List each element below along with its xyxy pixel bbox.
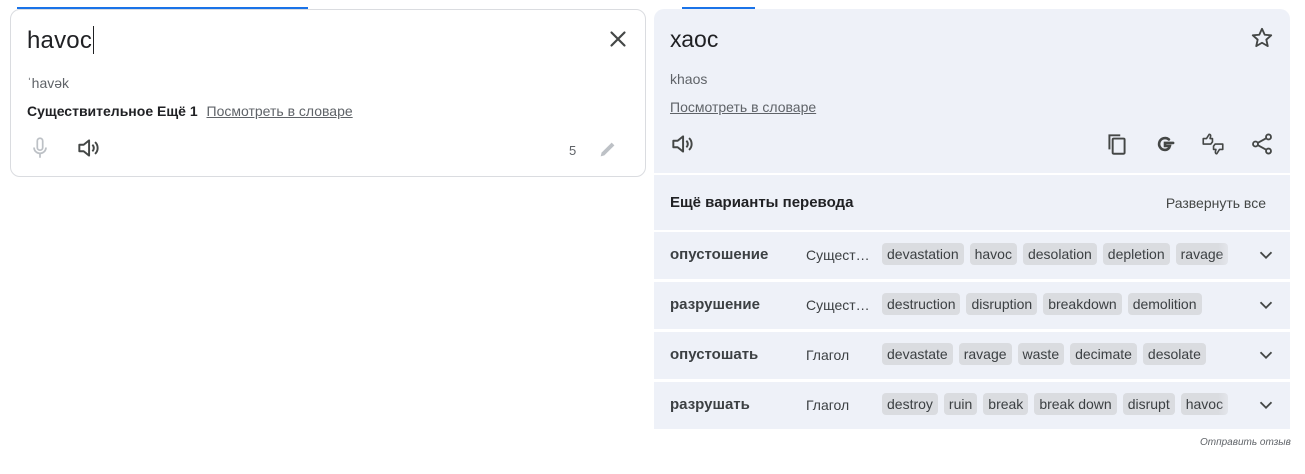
synonym-chip[interactable]: devastation <box>882 243 964 265</box>
translation-row[interactable]: опустошение Сущест… devastation havoc deso… <box>654 232 1290 279</box>
synonym-chip[interactable]: disruption <box>966 293 1038 315</box>
synonym-chip[interactable]: ravage <box>958 343 1012 365</box>
synonym-chip[interactable]: havoc <box>969 243 1017 265</box>
translation-word: разрушать <box>670 396 750 413</box>
synonym-chip[interactable]: desolation <box>1022 243 1097 265</box>
synonym-chips: destroy ruin break break down disrupt havoc <box>882 393 1240 417</box>
source-dictionary-link[interactable]: Посмотреть в словаре <box>207 103 353 119</box>
synonym-chip[interactable]: ravage <box>1175 243 1229 265</box>
copy-icon[interactable] <box>1104 131 1130 157</box>
speaker-icon[interactable] <box>75 135 101 161</box>
synonym-chip[interactable]: depletion <box>1102 243 1170 265</box>
translation-word: разрушение <box>670 296 760 313</box>
chevron-down-icon[interactable] <box>1255 244 1277 266</box>
source-transliteration: ˈhavək <box>27 75 70 91</box>
translation-text: хаос <box>670 26 719 52</box>
more-translations-title: Ещё варианты перевода <box>670 194 854 211</box>
translation-pos: Глагол <box>806 397 850 413</box>
character-count: 5 <box>569 143 577 158</box>
star-icon[interactable] <box>1249 25 1275 51</box>
synonym-chip[interactable]: ruin <box>943 393 978 415</box>
source-pos-row: Существительное Ещё 1 Посмотреть в слова… <box>27 103 353 119</box>
synonym-chip[interactable]: demolition <box>1127 293 1202 315</box>
expand-all-button[interactable]: Развернуть все <box>1166 195 1266 211</box>
google-icon[interactable] <box>1152 131 1178 157</box>
synonym-chip[interactable]: disrupt <box>1122 393 1175 415</box>
target-transliteration: khaos <box>670 71 708 87</box>
translation-pos: Сущест… <box>806 297 870 313</box>
synonym-chips: devastate ravage waste decimate desolate <box>882 343 1240 367</box>
target-dictionary-link[interactable]: Посмотреть в словаре <box>670 99 816 115</box>
synonym-chip[interactable]: breakdown <box>1043 293 1122 315</box>
microphone-icon[interactable] <box>27 135 53 161</box>
source-pos-label: Существительное Ещё 1 <box>27 103 198 119</box>
translation-row[interactable]: разрушение Сущест… destruction disruption… <box>654 282 1290 329</box>
synonym-chip[interactable]: devastate <box>882 343 953 365</box>
speaker-icon[interactable] <box>669 131 695 157</box>
translation-word: опустошать <box>670 346 759 363</box>
synonym-chip[interactable]: destruction <box>882 293 961 315</box>
translation-row[interactable]: опустошать Глагол devastate ravage waste de… <box>654 332 1290 379</box>
chevron-down-icon[interactable] <box>1255 344 1277 366</box>
source-text-input[interactable]: havoc <box>27 26 95 55</box>
synonym-chip[interactable]: havoc <box>1180 393 1229 415</box>
synonym-chip[interactable]: desolate <box>1142 343 1206 365</box>
chevron-down-icon[interactable] <box>1255 294 1277 316</box>
synonym-chip[interactable]: destroy <box>882 393 938 415</box>
source-panel: havoc ˈhavək Существительное Ещё 1 Посмо… <box>10 9 646 177</box>
translation-row[interactable]: разрушать Глагол destroy ruin break break d… <box>654 382 1290 429</box>
translation-word: опустошение <box>670 246 769 263</box>
text-caret <box>93 26 95 54</box>
send-feedback-link[interactable]: Отправить отзыв <box>1200 437 1291 448</box>
rate-translation-icon[interactable] <box>1200 131 1226 157</box>
close-icon[interactable] <box>605 26 631 52</box>
target-panel: хаос khaos Посмотреть в словаре <box>654 9 1290 173</box>
more-translations-section: Ещё варианты перевода Развернуть все опу… <box>654 175 1290 430</box>
translation-pos: Глагол <box>806 347 850 363</box>
synonym-chip[interactable]: break <box>983 393 1029 415</box>
synonym-chip[interactable]: decimate <box>1070 343 1137 365</box>
source-text[interactable]: havoc <box>27 27 92 54</box>
chevron-down-icon[interactable] <box>1255 394 1277 416</box>
synonym-chips: devastation havoc desolation depletion ravag… <box>882 243 1240 267</box>
synonym-chip[interactable]: waste <box>1017 343 1065 365</box>
synonym-chip[interactable]: break down <box>1034 393 1117 415</box>
pencil-icon[interactable] <box>597 138 619 160</box>
share-icon[interactable] <box>1249 131 1275 157</box>
translate-page: havoc ˈhavək Существительное Ещё 1 Посмо… <box>0 0 1305 474</box>
more-translations-header: Ещё варианты перевода Развернуть все <box>654 175 1290 230</box>
synonym-chips: destruction disruption breakdown demolition <box>882 293 1240 317</box>
translation-pos: Сущест… <box>806 247 870 263</box>
